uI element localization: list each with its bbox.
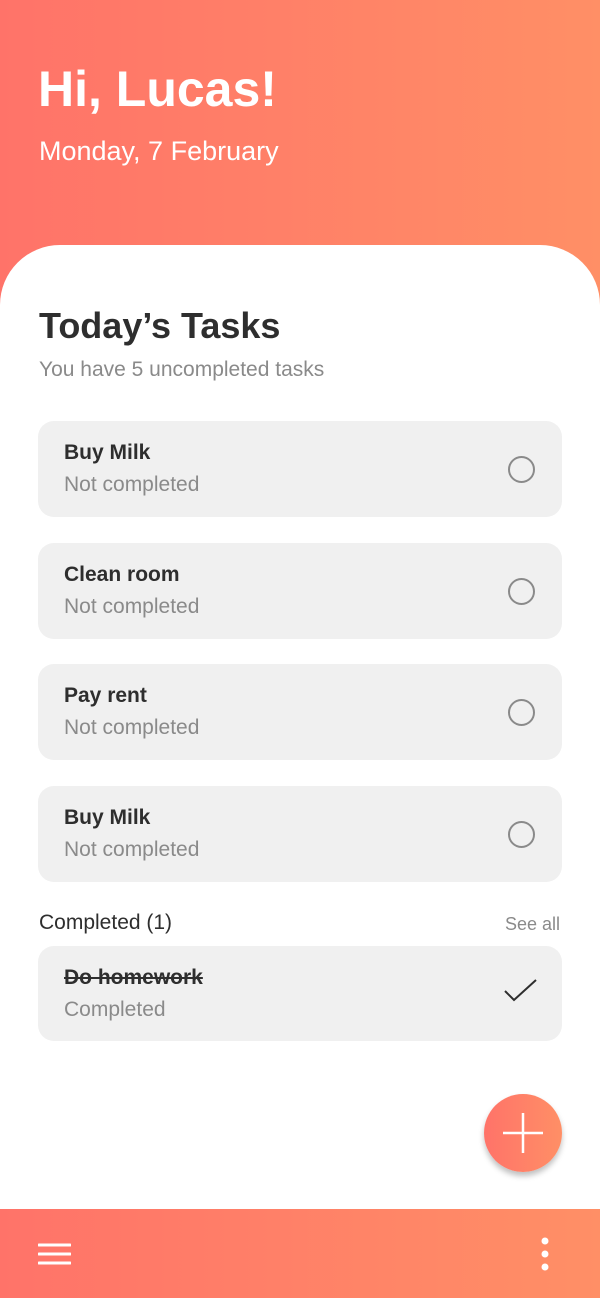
bottom-app-bar bbox=[0, 1209, 600, 1298]
hamburger-icon[interactable] bbox=[38, 1243, 71, 1265]
task-title: Buy Milk bbox=[64, 806, 151, 829]
circle-icon[interactable] bbox=[508, 821, 535, 848]
task-card[interactable]: Pay rent Not completed bbox=[38, 664, 562, 760]
task-card[interactable]: Clean room Not completed bbox=[38, 543, 562, 639]
circle-icon[interactable] bbox=[508, 699, 535, 726]
see-all-link[interactable]: See all bbox=[505, 914, 560, 935]
add-task-button[interactable] bbox=[484, 1094, 562, 1172]
date: Monday, 7 February bbox=[39, 136, 279, 166]
task-status: Not completed bbox=[64, 473, 200, 496]
completed-header: Completed (1) bbox=[39, 911, 173, 934]
more-vert-icon[interactable] bbox=[538, 1237, 552, 1271]
task-title: Pay rent bbox=[64, 684, 147, 707]
greeting: Hi, Lucas! bbox=[38, 61, 277, 117]
task-count: You have 5 uncompleted tasks bbox=[39, 358, 325, 381]
task-title: Do homework bbox=[64, 966, 203, 989]
circle-icon[interactable] bbox=[508, 578, 535, 605]
task-title: Clean room bbox=[64, 563, 180, 586]
check-icon[interactable] bbox=[504, 978, 538, 1004]
task-card[interactable]: Buy Milk Not completed bbox=[38, 421, 562, 517]
task-status: Not completed bbox=[64, 716, 200, 739]
page-title: Today’s Tasks bbox=[39, 305, 281, 346]
task-status: Not completed bbox=[64, 595, 200, 618]
task-status: Completed bbox=[64, 998, 166, 1021]
circle-icon[interactable] bbox=[508, 456, 535, 483]
plus-icon bbox=[503, 1113, 543, 1153]
task-title: Buy Milk bbox=[64, 441, 151, 464]
task-card[interactable]: Buy Milk Not completed bbox=[38, 786, 562, 882]
completed-task-card[interactable]: Do homework Completed bbox=[38, 946, 562, 1041]
task-status: Not completed bbox=[64, 838, 200, 861]
